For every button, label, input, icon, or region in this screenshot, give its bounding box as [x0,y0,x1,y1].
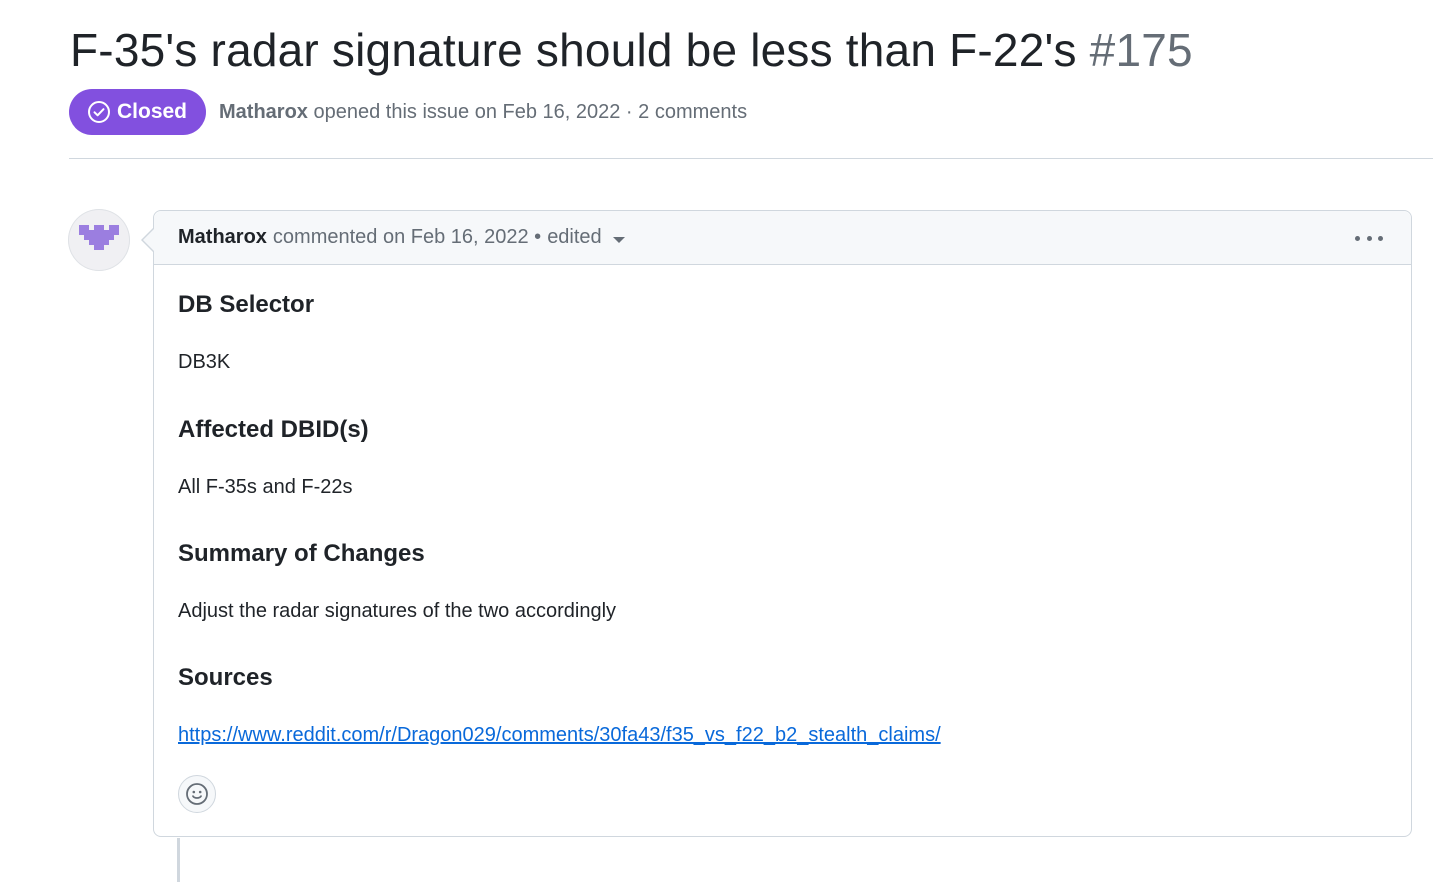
timeline-line [177,838,180,882]
issue-state-badge: Closed [69,89,207,135]
issue-opened-text: opened this issue on Feb 16, 2022 · 2 co… [313,100,748,123]
issue-page: F-35's radar signature should be less th… [0,0,1433,882]
section-heading-db-selector: DB Selector [178,291,315,318]
dot [1378,235,1383,241]
issue-state-label: Closed [117,100,188,123]
issue-title: F-35's radar signature should be less th… [70,22,1193,78]
issue-title-text: F-35's radar signature should be less th… [70,24,1077,76]
comment-box: Matharox commented on Feb 16, 2022 • edi… [153,210,1412,837]
triangle-down-icon [612,236,625,243]
comment-header-text: Matharox commented on Feb 16, 2022 • edi… [178,226,625,249]
smiley-icon [186,783,208,805]
section-heading-summary: Summary of Changes [178,540,425,567]
avatar[interactable] [68,209,130,271]
section-text-affected-dbids: All F-35s and F-22s [178,476,353,498]
issue-opened-info: Matharox opened this issue on Feb 16, 20… [219,101,747,124]
dot [1355,235,1360,241]
section-heading-affected-dbids: Affected DBID(s) [178,416,369,443]
comment-header: Matharox commented on Feb 16, 2022 • edi… [154,211,1411,265]
issue-meta: Closed Matharox opened this issue on Feb… [69,89,747,135]
comment-pointer-fill [143,229,154,251]
section-heading-sources: Sources [178,664,273,691]
issue-author-link[interactable]: Matharox [219,101,308,123]
comment-date: commented on Feb 16, 2022 • [272,226,542,248]
issue-number: #175 [1089,24,1193,76]
dot [1366,235,1372,241]
kebab-horizontal-icon[interactable] [1355,225,1383,251]
add-reaction-button[interactable] [178,775,216,813]
header-divider [69,158,1433,159]
section-text-summary: Adjust the radar signatures of the two a… [178,600,617,622]
edited-label: edited [547,226,602,248]
section-text-db-selector: DB3K [178,351,231,373]
edited-dropdown[interactable]: edited [541,226,625,249]
source-link[interactable]: https://www.reddit.com/r/Dragon029/comme… [178,724,941,747]
check-circle-icon [87,100,111,124]
comment-author-link[interactable]: Matharox [178,226,267,249]
